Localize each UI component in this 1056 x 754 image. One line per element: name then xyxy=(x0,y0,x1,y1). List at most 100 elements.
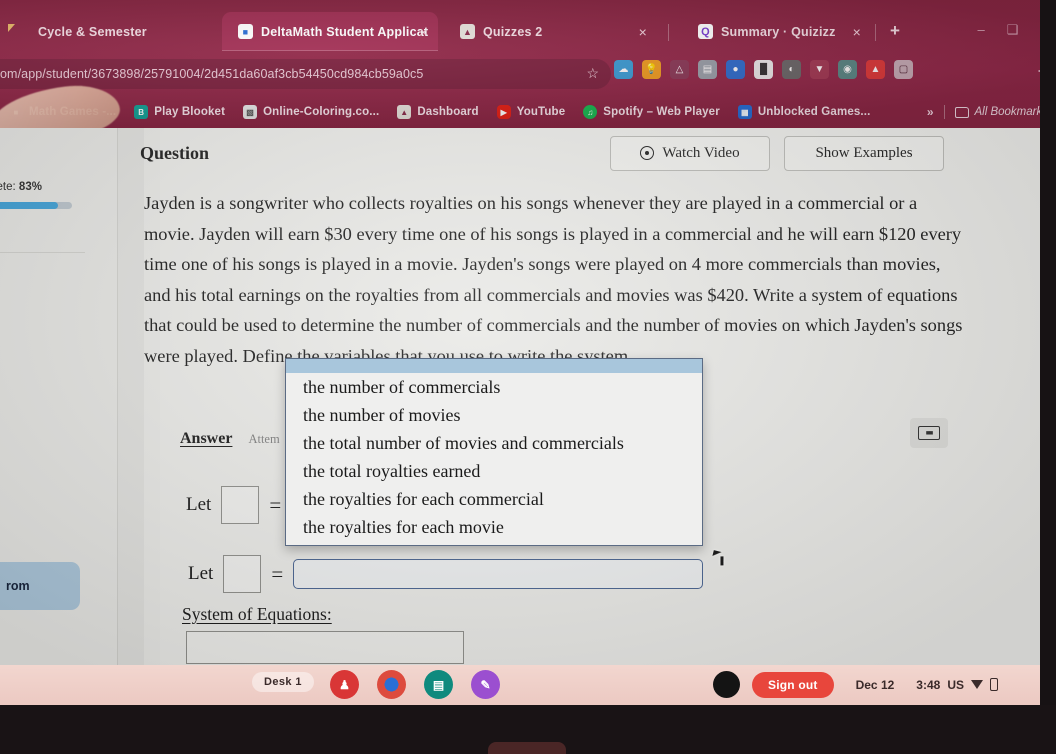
progress-bar xyxy=(0,202,72,209)
locale-label: US xyxy=(947,677,964,692)
dropdown-option-0[interactable]: the number of commercials xyxy=(286,373,702,401)
bookmarks-overflow-button[interactable]: » xyxy=(927,105,934,119)
dropdown-option-1[interactable]: the number of movies xyxy=(286,401,702,429)
mouse-cursor xyxy=(712,550,722,558)
address-bar[interactable]: om/app/student/3673898/25791004/2d451da6… xyxy=(0,59,611,89)
bookmark-favicon: ▦ xyxy=(737,105,752,119)
bookmark-play-blooket[interactable]: B Play Blooket xyxy=(125,99,234,125)
browser-tab-2[interactable]: ▲ Quizzes 2 × xyxy=(444,12,659,51)
window-controls: – ❑ × xyxy=(978,23,1048,36)
extension-icon-1[interactable]: ☁ xyxy=(614,60,633,79)
progress-prefix: mplete: xyxy=(0,181,16,193)
math-keyboard-button[interactable]: ■■ xyxy=(910,418,948,448)
quizzes-favicon: ▲ xyxy=(460,24,475,39)
tab-close-icon[interactable]: × xyxy=(853,25,861,39)
notes-icon[interactable]: ✎ xyxy=(471,670,500,699)
extension-icon-9[interactable]: ◉ xyxy=(838,60,857,79)
sidebar-item-active[interactable]: rom xyxy=(0,562,80,610)
shelf-status-area: Sign out Dec 12 3:48 US xyxy=(713,671,998,698)
newtab-separator xyxy=(875,24,876,41)
play-circle-icon xyxy=(640,146,655,160)
date-label[interactable]: Dec 12 xyxy=(846,673,905,697)
dropdown-option-3[interactable]: the total royalties earned xyxy=(286,457,702,485)
battery-icon xyxy=(990,678,998,691)
system-of-equations-label: System of Equations: xyxy=(182,604,332,624)
sidebar-item-label: rom xyxy=(6,579,30,593)
progress-label: mplete: 83% xyxy=(0,181,88,193)
browser-chrome: Cycle & Semester × ■ DeltaMath Student A… xyxy=(0,0,1056,128)
browser-tab-1[interactable]: ■ DeltaMath Student Applicati × xyxy=(222,12,438,51)
deltamath-favicon: ■ xyxy=(238,24,253,39)
status-tray[interactable]: 3:48 US xyxy=(916,678,998,692)
bookmarks-bar: ■ Math Games -... B Play Blooket ▧ Onlin… xyxy=(0,99,1056,125)
sign-out-button[interactable]: Sign out xyxy=(752,671,834,698)
window-minimize-button[interactable]: – xyxy=(978,23,985,36)
watch-video-button[interactable]: Watch Video xyxy=(610,135,770,171)
bookmark-spotify[interactable]: ♫ Spotify – Web Player xyxy=(574,99,729,125)
bookmark-label: Spotify – Web Player xyxy=(603,106,720,118)
extension-icon-8[interactable]: ▼ xyxy=(810,60,829,79)
bookmark-favicon: ♫ xyxy=(583,105,598,119)
bookmark-online-coloring[interactable]: ▧ Online-Coloring.co... xyxy=(234,99,388,125)
extension-icon-4[interactable]: ▤ xyxy=(698,60,717,79)
extension-icon-5[interactable]: ● xyxy=(726,60,745,79)
show-examples-button[interactable]: Show Examples xyxy=(784,135,944,171)
screen-bezel-right xyxy=(1040,0,1056,705)
variable-input-1[interactable] xyxy=(221,486,260,524)
extension-icon-3[interactable]: △ xyxy=(670,60,689,79)
sidebar-divider-top xyxy=(0,252,85,253)
bookmark-unblocked-games[interactable]: ▦ Unblocked Games... xyxy=(729,99,880,125)
progress-value: 83% xyxy=(18,181,42,193)
browser-tab-3[interactable]: Q Summary · Quizizz × xyxy=(682,12,887,51)
flag-icon xyxy=(8,24,15,32)
dropdown-option-5[interactable]: the royalties for each movie xyxy=(286,513,702,541)
bookmark-label: YouTube xyxy=(516,106,566,118)
extension-icon-6[interactable]: █ xyxy=(754,60,773,79)
screen-bezel-nub xyxy=(488,742,566,754)
extension-icon-7[interactable]: ◐ xyxy=(782,60,801,79)
shelf-app-icons: ♟ ▤ ✎ xyxy=(330,670,500,699)
equals-sign-2: = xyxy=(271,561,284,586)
progress-bar-fill xyxy=(0,202,59,209)
deltamath-page: mplete: 83% rom ⌄ Log Out Question Watc xyxy=(0,128,1056,673)
tab-separator xyxy=(668,24,669,41)
extension-icon-2[interactable]: 💡 xyxy=(642,60,661,79)
dropdown-option-4[interactable]: the royalties for each commercial xyxy=(286,485,702,513)
dropdown-option-selected-blank[interactable] xyxy=(286,359,702,373)
tab-close-icon[interactable]: × xyxy=(639,25,647,39)
new-tab-button[interactable]: + xyxy=(890,22,900,39)
wifi-icon xyxy=(971,680,983,689)
chromeos-shelf: Desk 1 ♟ ▤ ✎ Sign out Dec 12 3:48 US xyxy=(0,665,1056,705)
classroom-icon[interactable]: ▤ xyxy=(424,670,453,699)
bookmark-star-icon[interactable]: ☆ xyxy=(586,66,599,80)
bookmark-dashboard[interactable]: ▲ Dashboard xyxy=(388,99,487,125)
avatar[interactable] xyxy=(713,671,740,698)
definition-dropdown-list[interactable]: the number of commercials the number of … xyxy=(285,358,703,546)
blooket-icon[interactable]: ♟ xyxy=(330,670,359,699)
question-actions: Watch Video Show Examples xyxy=(610,135,1020,171)
url-text: om/app/student/3673898/25791004/2d451da6… xyxy=(0,67,424,81)
extension-icons: ☁ 💡 △ ▤ ● █ ◐ ▼ ◉ ▲ ▢ xyxy=(614,60,913,79)
chromebook-screen: Cycle & Semester × ■ DeltaMath Student A… xyxy=(0,0,1056,754)
tab-strip: Cycle & Semester × ■ DeltaMath Student A… xyxy=(0,6,1056,51)
tab-close-icon[interactable]: × xyxy=(420,25,428,39)
definition-select-2[interactable] xyxy=(293,559,704,589)
quizizz-favicon: Q xyxy=(698,24,713,39)
tab-title: Quizzes 2 xyxy=(483,24,543,39)
window-maximize-button[interactable]: ❑ xyxy=(1007,23,1019,36)
let-label-2: Let xyxy=(188,563,214,584)
extension-icon-10[interactable]: ▲ xyxy=(866,60,885,79)
tab-title: DeltaMath Student Applicati xyxy=(261,24,428,39)
extension-icon-11[interactable]: ▢ xyxy=(894,60,913,79)
let-label-1: Let xyxy=(186,494,212,515)
chrome-icon[interactable] xyxy=(377,670,406,699)
bookmark-label: Play Blooket xyxy=(154,106,226,118)
system-of-equations-input[interactable] xyxy=(186,631,464,664)
all-bookmarks-button[interactable]: All Bookmarks xyxy=(954,106,1048,118)
desk-button[interactable]: Desk 1 xyxy=(252,672,314,692)
dropdown-option-2[interactable]: the total number of movies and commercia… xyxy=(286,429,702,457)
bookmark-youtube[interactable]: ▶ YouTube xyxy=(488,99,575,125)
variable-input-2[interactable] xyxy=(223,555,262,593)
answer-label: Answer xyxy=(180,430,233,447)
tab-title: Summary · Quizizz xyxy=(721,24,836,39)
